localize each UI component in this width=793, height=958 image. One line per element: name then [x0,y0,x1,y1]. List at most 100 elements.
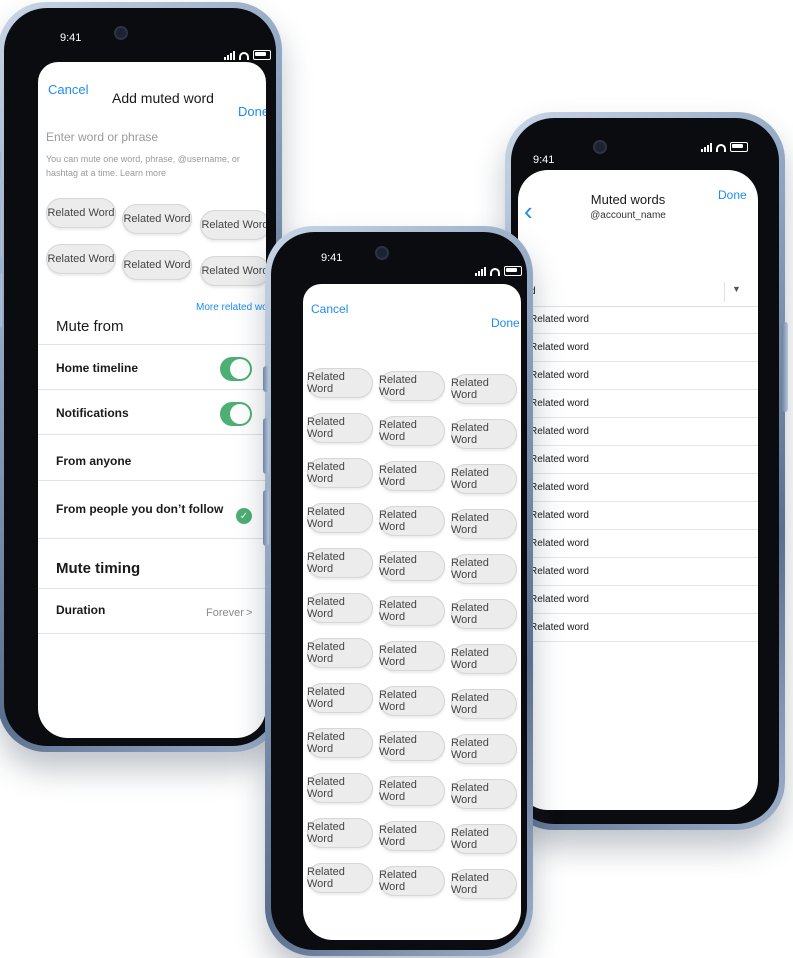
related-word-chip[interactable]: Related Word [451,374,517,404]
related-word-chip[interactable]: Related Word [307,683,373,713]
related-word-chip[interactable]: Related Word [307,548,373,578]
related-word-chip[interactable]: Related Word [200,256,266,286]
status-time: 9:41 [321,252,343,264]
duration-value: Forever [206,607,244,619]
related-word-chip[interactable]: Related Word [379,731,445,761]
status-icons [224,50,271,60]
checkmark-icon: ✓ [236,508,252,524]
related-word-chip[interactable]: Related Word [307,638,373,668]
related-word-chip[interactable]: Related Word [307,818,373,848]
related-word-chip[interactable]: Related Word [379,686,445,716]
related-word-chip[interactable]: Related Word [451,734,517,764]
row-home-timeline[interactable]: Home timeline [38,344,266,390]
muted-word-row[interactable]: Related word [518,614,758,642]
muted-word-row[interactable]: Related word [518,362,758,390]
page-title: Add muted word [112,90,214,106]
related-word-chip[interactable]: Related Word [379,821,445,851]
status-icons [701,142,748,152]
done-button[interactable]: Done [491,316,520,330]
chevron-right-icon: > [246,607,253,619]
muted-word-row[interactable]: Related word [518,474,758,502]
done-button[interactable]: Done [718,188,747,202]
related-word-chip[interactable]: Related Word [451,419,517,449]
related-word-chip[interactable]: Related Word [307,368,373,398]
cancel-button[interactable]: Cancel [311,302,348,316]
muted-word-row[interactable]: Related word [518,306,758,334]
account-name: @account_name [590,210,666,221]
muted-word-row[interactable]: Related word [518,418,758,446]
duration-label: Duration [56,603,106,617]
signal-icon [475,267,486,276]
related-word-chip[interactable]: Related Word [451,644,517,674]
dropdown-divider [724,282,725,302]
related-word-chip[interactable]: Related Word [307,728,373,758]
done-button[interactable]: Done [238,104,266,119]
related-word-chip[interactable]: Related Word [379,596,445,626]
related-word-chip[interactable]: Related Word [122,250,192,280]
related-word-chip[interactable]: Related Word [307,503,373,533]
related-word-chip[interactable]: Related Word [379,416,445,446]
muted-word-row[interactable]: Related word [518,530,758,558]
word-input[interactable]: Enter word or phrase [46,130,158,144]
camera [375,246,389,260]
from-people-label: From people you don’t follow [56,502,224,516]
related-word-chip[interactable]: Related Word [451,824,517,854]
related-word-chip[interactable]: Related Word [46,244,116,274]
related-word-chip[interactable]: Related Word [307,863,373,893]
related-word-chip[interactable]: Related Word [451,869,517,899]
related-word-chip[interactable]: Related Word [200,210,266,240]
related-word-chip[interactable]: Related Word [451,599,517,629]
row-from-people-you-dont-follow[interactable]: From people you don’t follow ✓ [38,480,266,539]
phone-muted-words: 9:41 ‹ Muted words @account_name Done d … [505,112,788,830]
row-duration[interactable]: Duration Forever > [38,588,266,634]
back-icon[interactable]: ‹ [524,198,533,224]
camera [593,140,607,154]
related-word-chip[interactable]: Related Word [379,551,445,581]
related-word-chip[interactable]: Related Word [451,689,517,719]
related-word-chip[interactable]: Related Word [379,866,445,896]
related-word-chip[interactable]: Related Word [379,371,445,401]
signal-icon [224,51,235,60]
muted-word-row[interactable]: Related word [518,390,758,418]
help-text: You can mute one word, phrase, @username… [46,154,240,178]
related-word-chip[interactable]: Related Word [307,593,373,623]
related-word-chip[interactable]: Related Word [379,641,445,671]
section-mute-timing: Mute timing [56,560,141,577]
battery-icon [504,266,522,276]
side-button [782,322,788,412]
notifications-label: Notifications [56,406,129,420]
related-word-chip[interactable]: Related Word [379,461,445,491]
phone-add-muted-word: 9:41 Cancel Add muted word Done Enter wo… [0,2,282,752]
muted-word-row[interactable]: Related word [518,586,758,614]
related-word-chip[interactable]: Related Word [122,204,192,234]
wifi-icon [239,52,249,60]
from-anyone-label: From anyone [56,454,132,468]
muted-word-row[interactable]: Related word [518,502,758,530]
related-word-chip[interactable]: Related Word [307,458,373,488]
related-word-chip[interactable]: Related Word [307,413,373,443]
screen: Cancel Add muted word Done Enter word or… [38,62,266,738]
muted-word-row[interactable]: Related word [518,334,758,362]
status-time: 9:41 [533,154,555,166]
volume-up-button [263,418,269,474]
notifications-toggle[interactable] [220,402,252,426]
chevron-down-icon: ▼ [732,284,741,294]
muted-word-row[interactable]: Related word [518,558,758,586]
related-word-chip[interactable]: Related Word [451,464,517,494]
related-word-chip[interactable]: Related Word [451,779,517,809]
related-word-chip[interactable]: Related Word [451,554,517,584]
battery-icon [730,142,748,152]
cancel-button[interactable]: Cancel [48,82,88,97]
home-timeline-toggle[interactable] [220,357,252,381]
related-word-chip[interactable]: Related Word [46,198,116,228]
related-word-chip[interactable]: Related Word [307,773,373,803]
page-title: Muted words [590,192,666,207]
related-word-chip[interactable]: Related Word [379,776,445,806]
row-from-anyone[interactable]: From anyone [38,434,266,481]
related-word-chip[interactable]: Related Word [379,506,445,536]
row-notifications[interactable]: Notifications [38,388,266,435]
more-related-words-link[interactable]: More related words [196,302,266,313]
related-word-chip[interactable]: Related Word [451,509,517,539]
muted-word-row[interactable]: Related word [518,446,758,474]
filter-dropdown[interactable]: d ▼ [518,278,758,307]
